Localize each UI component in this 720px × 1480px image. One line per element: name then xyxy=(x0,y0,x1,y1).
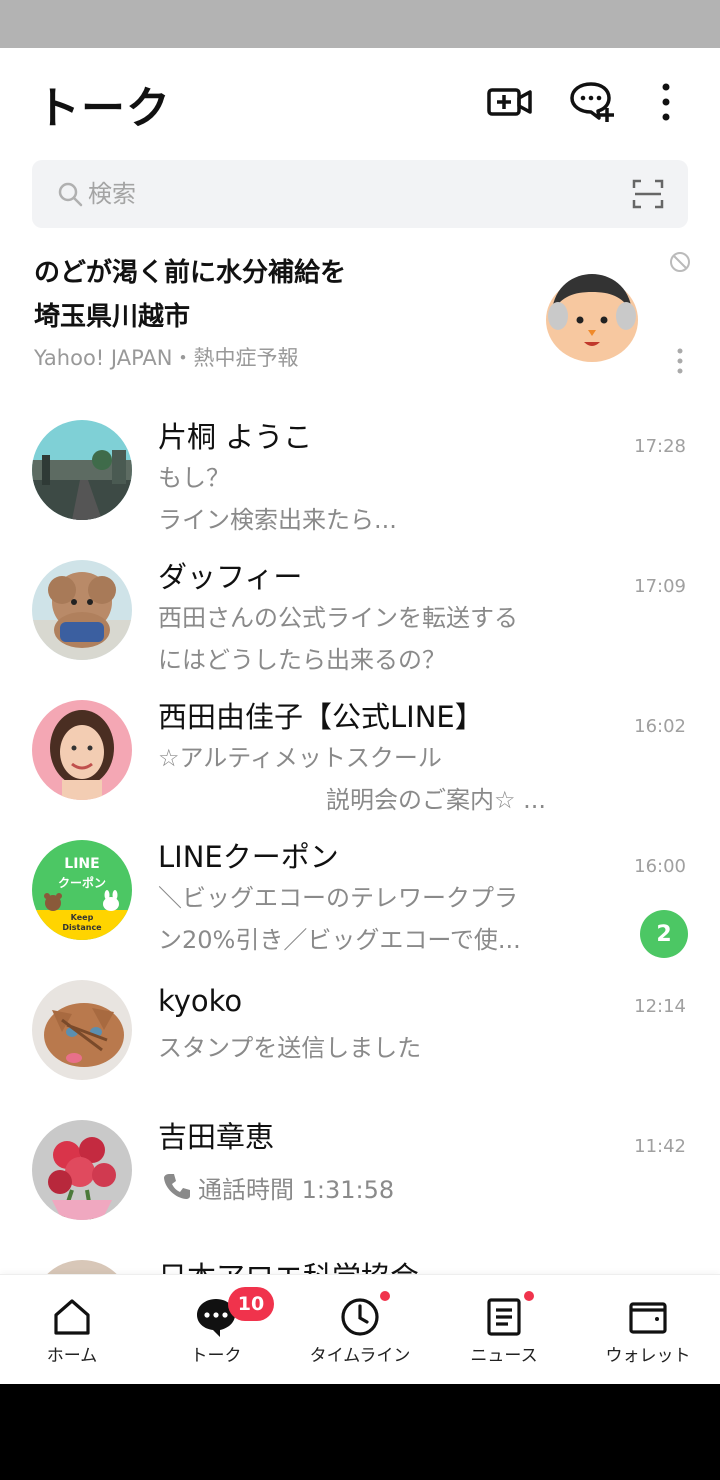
avatar-text: LINE xyxy=(64,856,100,872)
qr-scan-icon[interactable] xyxy=(632,178,664,210)
avatar xyxy=(32,980,132,1080)
ad-banner[interactable]: のどが渇く前に水分補給を 埼玉県川越市 Yahoo! JAPAN・熱中症予報 xyxy=(0,244,720,384)
tab-home[interactable]: ホーム xyxy=(0,1275,144,1384)
chat-name: LINEクーポン xyxy=(158,840,339,874)
chat-message-line1: もし？ xyxy=(158,464,230,492)
avatar xyxy=(32,420,132,520)
chat-time: 11:42 xyxy=(634,1136,686,1157)
chat-time: 16:02 xyxy=(634,716,686,737)
block-icon[interactable] xyxy=(668,250,692,274)
chat-message-line2: 説明会のご案内☆ ... xyxy=(325,786,546,814)
avatar xyxy=(32,1120,132,1220)
chat-message-line2: にはどうしたら出来るの？ xyxy=(158,646,446,674)
tab-news[interactable]: ニュース xyxy=(432,1275,576,1384)
news-icon xyxy=(487,1298,521,1336)
mascot-image xyxy=(546,274,638,362)
new-chat-icon[interactable] xyxy=(568,78,616,126)
chat-name: 西田由佳子【公式LINE】 xyxy=(158,700,484,734)
chat-time: 16:00 xyxy=(634,856,686,877)
chat-message-line1: 西田さんの公式ラインを転送する xyxy=(158,604,518,632)
avatar xyxy=(32,560,132,660)
chat-row[interactable]: 西田由佳子【公式LINE】 ☆アルティメットスクール 説明会のご案内☆ ... … xyxy=(0,688,720,828)
chat-name: ダッフィー xyxy=(158,560,303,594)
chat-message-line1: ＼ビッグエコーのテレワークプラ xyxy=(158,884,518,912)
tab-label: ウォレット xyxy=(605,1346,691,1366)
chat-message-line2: ライン検索出来たら... xyxy=(158,506,397,534)
tab-timeline[interactable]: タイムライン xyxy=(288,1275,432,1384)
chat-name: 片桐 ようこ xyxy=(158,420,313,454)
talk-unread-badge: 10 xyxy=(228,1287,274,1321)
home-icon xyxy=(54,1299,90,1335)
chat-row[interactable]: LINE クーポン Keep Distance LINEクーポン ＼ビッグエコー… xyxy=(0,828,720,968)
page-title: トーク xyxy=(36,83,171,134)
tab-label: タイムライン xyxy=(309,1346,411,1366)
chat-time: 17:09 xyxy=(634,576,686,597)
tab-wallet[interactable]: ウォレット xyxy=(576,1275,720,1384)
wallet-icon xyxy=(629,1302,667,1334)
call-duration: 通話時間 1:31:58 xyxy=(198,1176,395,1204)
ad-subtitle: 埼玉県川越市 xyxy=(34,302,191,332)
ad-title: のどが渇く前に水分補給を xyxy=(34,258,347,288)
chat-message-line2: ン20%引き／ビッグエコーで使... xyxy=(158,926,521,954)
tab-label: ニュース xyxy=(470,1346,538,1366)
chat-row[interactable]: 吉田章恵 通話時間 1:31:58 11:42 xyxy=(0,1108,720,1248)
ad-source: Yahoo! JAPAN・熱中症予報 xyxy=(34,346,299,370)
chat-time: 17:28 xyxy=(634,436,686,457)
search-input[interactable] xyxy=(88,160,608,228)
search-bar[interactable] xyxy=(32,160,688,228)
avatar: LINE クーポン Keep Distance xyxy=(32,840,132,940)
tab-label: ホーム xyxy=(46,1346,98,1366)
chat-name: kyoko xyxy=(158,984,243,1018)
avatar-text: クーポン xyxy=(57,876,106,890)
more-menu-icon[interactable] xyxy=(642,78,690,126)
header: トーク xyxy=(0,48,720,156)
system-nav-bar xyxy=(0,1384,720,1480)
chat-row[interactable]: kyoko スタンプを送信しました 12:14 xyxy=(0,968,720,1108)
timeline-notification-dot xyxy=(380,1291,390,1301)
chat-row[interactable]: 片桐 ようこ もし？ ライン検索出来たら... 17:28 xyxy=(0,408,720,548)
phone-icon xyxy=(164,1174,190,1199)
chat-name: 吉田章恵 xyxy=(158,1120,275,1154)
ad-more-icon[interactable] xyxy=(670,346,690,376)
tab-label: トーク xyxy=(190,1346,242,1366)
chat-time: 12:14 xyxy=(634,996,686,1017)
status-bar xyxy=(0,0,720,48)
news-notification-dot xyxy=(524,1291,534,1301)
app-window: トーク のどが渇く前に水分補給を 埼玉県川越市 Yahoo! JAPAN・熱中症… xyxy=(0,48,720,1384)
video-call-icon[interactable] xyxy=(486,78,534,126)
avatar-text: Keep xyxy=(70,913,94,922)
brown-bear-icon xyxy=(44,893,62,911)
chat-message-line1: ☆アルティメットスクール xyxy=(158,744,442,772)
unread-badge: 2 xyxy=(640,910,688,958)
clock-icon xyxy=(341,1298,379,1336)
chat-message-line1: スタンプを送信しました xyxy=(158,1034,422,1062)
bottom-tab-bar: ホーム トーク 10 タイムライン ニュース ウォレット xyxy=(0,1274,720,1384)
avatar xyxy=(32,700,132,800)
chat-row[interactable]: ダッフィー 西田さんの公式ラインを転送する にはどうしたら出来るの？ 17:09 xyxy=(0,548,720,688)
avatar-text: Distance xyxy=(62,923,102,932)
cony-rabbit-icon xyxy=(103,890,119,911)
search-icon xyxy=(58,182,83,207)
